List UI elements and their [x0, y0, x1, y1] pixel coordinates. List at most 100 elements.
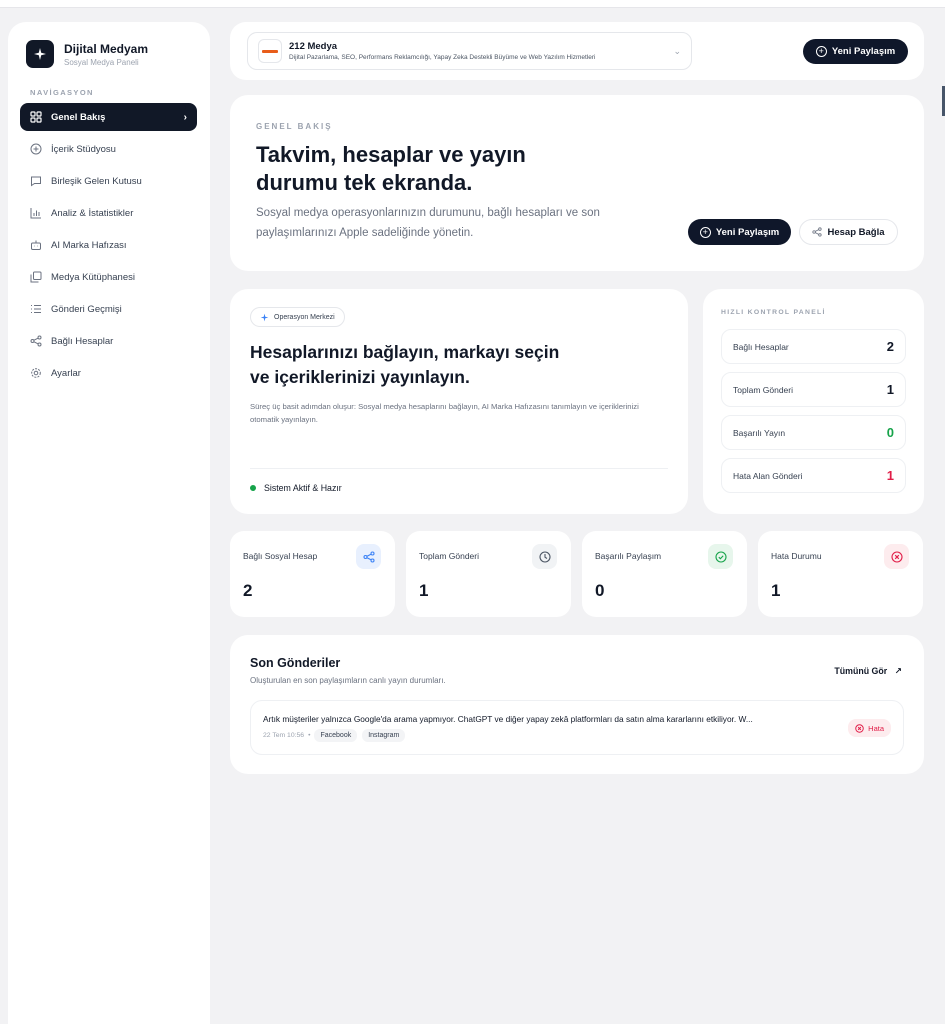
quick-panel-heading: HIZLI KONTROL PANELİ — [721, 309, 826, 316]
bot-icon — [30, 239, 42, 251]
brand-title: Dijital Medyam — [64, 41, 149, 56]
status-label: Sistem Aktif & Hazır — [264, 483, 342, 493]
sidebar: Dijital Medyam Sosyal Medya Paneli NAVİG… — [8, 22, 210, 1024]
sidebar-item-label: Analiz & İstatistikler — [51, 207, 134, 219]
header-new-post-button[interactable]: + Yeni Paylaşım — [803, 39, 908, 64]
hero-title: Takvim, hesaplar ve yayın durumu tek ekr… — [256, 142, 526, 195]
sidebar-item-label: Medya Kütüphanesi — [51, 271, 135, 283]
sidebar-item-gelen-kutusu[interactable]: Birleşik Gelen Kutusu — [20, 167, 197, 195]
status-label: Hata — [868, 723, 884, 733]
stat-card-connected-accounts: Bağlı Sosyal Hesap 2 — [230, 531, 395, 617]
quick-control-panel: HIZLI KONTROL PANELİ Bağlı Hesaplar 2 To… — [703, 289, 924, 514]
grid-icon — [30, 111, 42, 123]
quick-row-value: 2 — [886, 339, 894, 354]
quick-row-value: 0 — [886, 425, 894, 440]
sidebar-item-ai-marka[interactable]: AI Marka Hafızası — [20, 231, 197, 259]
operations-card: Operasyon Merkezi Hesaplarınızı bağlayın… — [230, 289, 688, 514]
operations-description: Süreç üç basit adımdan oluşur: Sosyal me… — [250, 402, 639, 424]
nav-heading: NAVİGASYON — [30, 88, 94, 97]
workspace-bar: 212 Medya Dijital Pazarlama, SEO, Perfor… — [230, 22, 924, 80]
check-circle-icon — [708, 544, 733, 569]
brand[interactable]: Dijital Medyam Sosyal Medya Paneli — [26, 40, 148, 68]
brand-subtitle: Sosyal Medya Paneli — [64, 57, 139, 67]
bar-chart-icon — [30, 207, 42, 219]
sidebar-item-label: İçerik Stüdyosu — [51, 143, 116, 155]
stat-value: 1 — [419, 581, 429, 600]
sidebar-item-gonderi-gecmisi[interactable]: Gönderi Geçmişi — [20, 295, 197, 323]
pill-label: Operasyon Merkezi — [274, 313, 335, 321]
sidebar-item-label: Ayarlar — [51, 367, 81, 379]
plus-circle-icon: + — [699, 226, 711, 238]
message-icon — [30, 175, 42, 187]
platform-tag: Instagram — [362, 729, 406, 742]
chevron-right-icon: › — [183, 111, 187, 123]
sidebar-item-bagli-hesaplar[interactable]: Bağlı Hesaplar — [20, 327, 197, 355]
sparkle-icon — [260, 313, 269, 322]
window-top-bar — [0, 0, 945, 8]
sidebar-item-medya-kutuphanesi[interactable]: Medya Kütüphanesi — [20, 263, 197, 291]
gear-icon — [30, 367, 42, 379]
button-label: Yeni Paylaşım — [831, 46, 896, 57]
quick-row-value: 1 — [886, 468, 894, 483]
sidebar-item-ayarlar[interactable]: Ayarlar — [20, 359, 197, 387]
recent-posts-subtitle: Oluşturulan en son paylaşımların canlı y… — [250, 676, 446, 685]
sidebar-item-label: AI Marka Hafızası — [51, 239, 127, 251]
stat-value: 2 — [243, 581, 253, 600]
list-icon — [30, 303, 42, 315]
share-icon — [356, 544, 381, 569]
quick-row-failed[interactable]: Hata Alan Gönderi 1 — [721, 458, 906, 493]
workspace-name: 212 Medya — [289, 41, 338, 52]
hero-description: Sosyal medya operasyonlarınızın durumunu… — [256, 207, 600, 239]
quick-row-label: Bağlı Hesaplar — [733, 341, 789, 352]
connect-account-button[interactable]: Hesap Bağla — [799, 219, 898, 245]
workspace-logo — [258, 39, 282, 63]
sidebar-item-icerik-studyosu[interactable]: İçerik Stüdyosu — [20, 135, 197, 163]
operations-pill: Operasyon Merkezi — [250, 307, 345, 327]
button-label: Yeni Paylaşım — [715, 226, 780, 238]
list-item[interactable]: Artık müşteriler yalnızca Google'da aram… — [250, 700, 904, 755]
quick-row-label: Toplam Gönderi — [733, 384, 794, 395]
share-icon — [812, 227, 823, 237]
stat-card-successful: Başarılı Paylaşım 0 — [582, 531, 747, 617]
stat-label: Bağlı Sosyal Hesap — [243, 551, 318, 561]
x-circle-icon — [884, 544, 909, 569]
sidebar-item-analiz[interactable]: Analiz & İstatistikler — [20, 199, 197, 227]
quick-row-total-posts[interactable]: Toplam Gönderi 1 — [721, 372, 906, 407]
recent-posts: Son Gönderiler Oluşturulan en son paylaş… — [230, 635, 924, 774]
quick-row-label: Hata Alan Gönderi — [733, 470, 803, 481]
sidebar-item-genel-bakis[interactable]: Genel Bakış › — [20, 103, 197, 131]
gallery-icon — [30, 271, 42, 283]
quick-row-label: Başarılı Yayın — [733, 427, 786, 438]
operations-title: Hesaplarınızı bağlayın, markayı seçin ve… — [250, 342, 560, 387]
stat-value: 1 — [771, 581, 781, 600]
sidebar-item-label: Genel Bakış — [51, 111, 106, 123]
quick-row-value: 1 — [886, 382, 894, 397]
view-all-label: Tümünü Gör — [834, 666, 888, 676]
plus-circle-icon — [30, 143, 42, 155]
workspace-selector[interactable]: 212 Medya Dijital Pazarlama, SEO, Perfor… — [247, 32, 692, 70]
stat-label: Toplam Gönderi — [419, 551, 480, 561]
arrow-up-right-icon: ↗ — [894, 666, 902, 676]
post-date: 22 Tem 10:56 — [263, 732, 305, 739]
recent-posts-title: Son Gönderiler — [250, 656, 341, 670]
sidebar-item-label: Bağlı Hesaplar — [51, 335, 114, 347]
system-status: Sistem Aktif & Hazır — [250, 483, 342, 493]
quick-row-successful[interactable]: Başarılı Yayın 0 — [721, 415, 906, 450]
sidebar-item-label: Birleşik Gelen Kutusu — [51, 175, 142, 187]
chevron-down-icon: ⌄ — [673, 45, 681, 56]
overview-hero: GENEL BAKIŞ Takvim, hesaplar ve yayın du… — [230, 95, 924, 271]
plus-circle-icon: + — [815, 46, 827, 57]
clock-icon — [532, 544, 557, 569]
hero-eyebrow: GENEL BAKIŞ — [256, 122, 333, 131]
separator: • — [308, 732, 311, 739]
workspace-description: Dijital Pazarlama, SEO, Performans Rekla… — [289, 54, 596, 61]
view-all-link[interactable]: Tümünü Gör ↗ — [834, 666, 902, 677]
platform-tag: Facebook — [314, 729, 358, 742]
hero-new-post-button[interactable]: + Yeni Paylaşım — [688, 219, 791, 245]
quick-row-connected-accounts[interactable]: Bağlı Hesaplar 2 — [721, 329, 906, 364]
post-text: Artık müşteriler yalnızca Google'da aram… — [263, 714, 753, 724]
x-circle-icon — [855, 723, 864, 733]
status-dot-icon — [250, 485, 256, 491]
sidebar-item-label: Gönderi Geçmişi — [51, 303, 122, 315]
stat-label: Başarılı Paylaşım — [595, 551, 662, 561]
